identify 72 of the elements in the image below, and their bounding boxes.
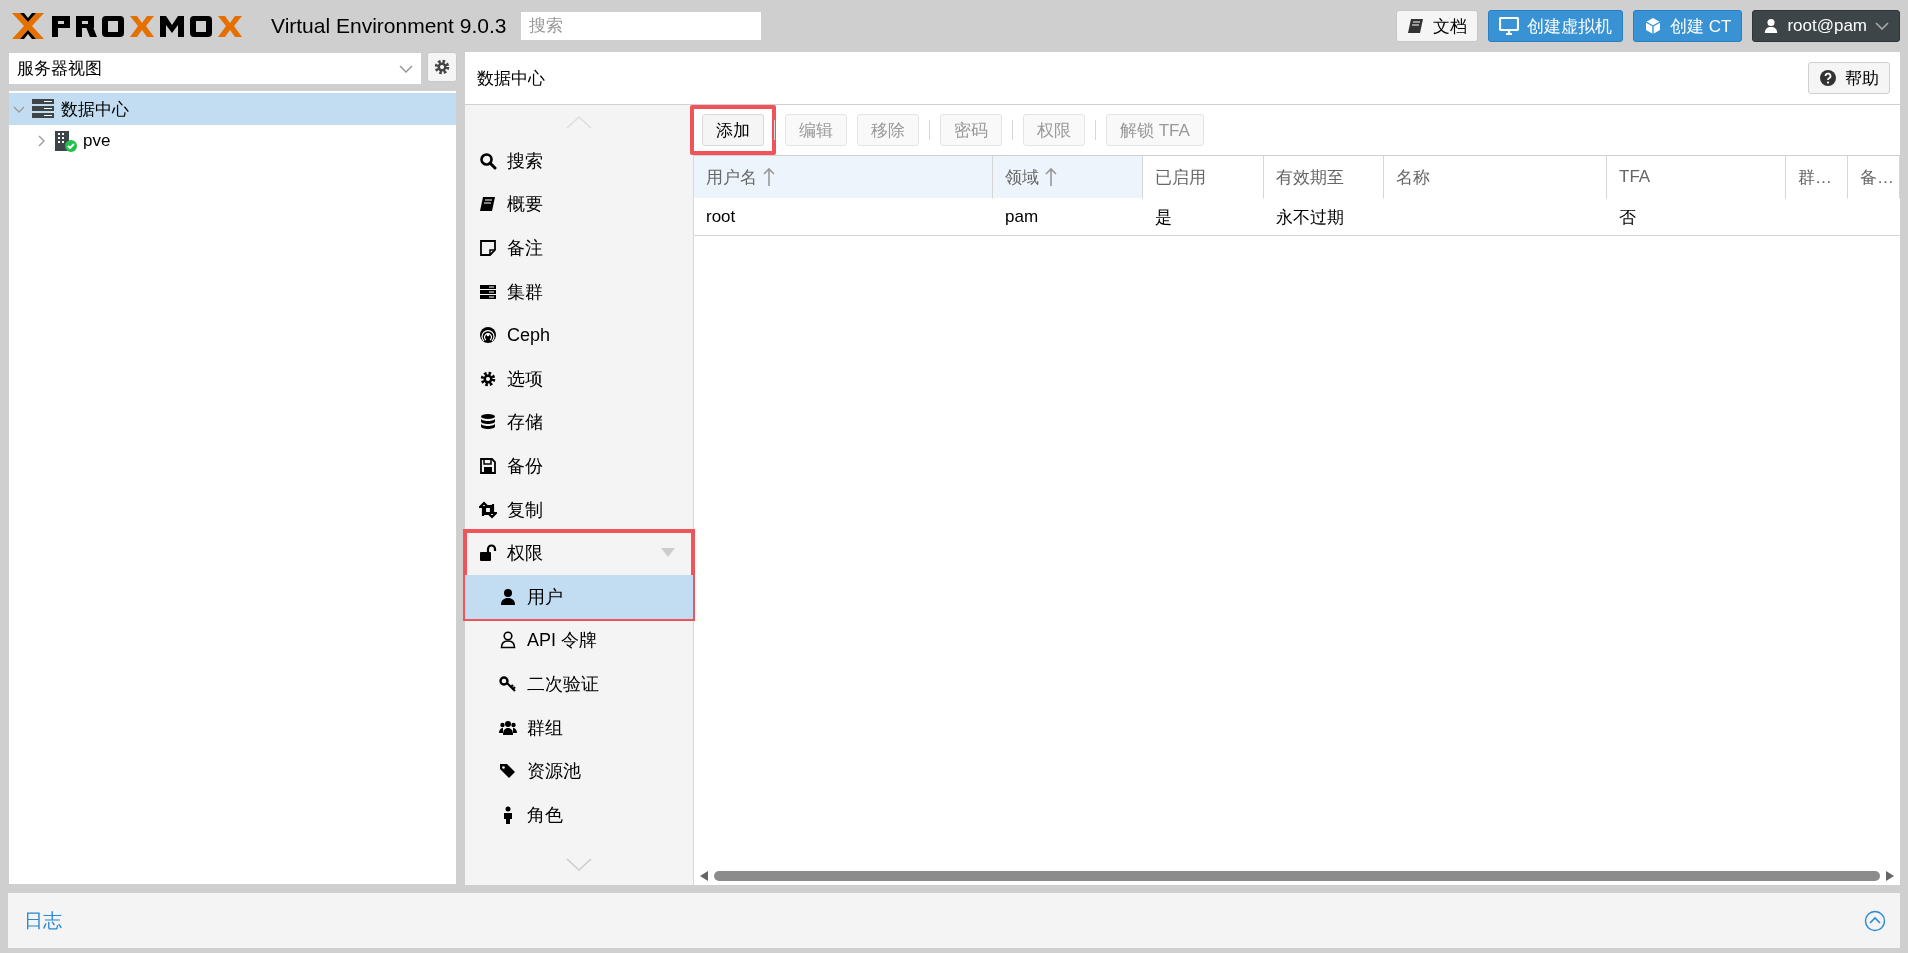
column-header[interactable]: 领域 <box>993 156 1143 199</box>
settings-button[interactable] <box>427 52 457 82</box>
table-cell: 否 <box>1607 199 1786 236</box>
column-header[interactable]: 用户名 <box>694 156 993 199</box>
help-button[interactable]: 帮助 <box>1808 62 1890 94</box>
view-selector[interactable]: 服务器视图 <box>8 52 422 85</box>
column-header[interactable]: 有效期至 <box>1264 156 1384 199</box>
note-icon <box>479 239 497 257</box>
docs-button[interactable]: 文档 <box>1396 10 1478 42</box>
user-menu-button[interactable]: root@pam <box>1752 10 1900 42</box>
nav-item[interactable]: 备注 <box>465 226 693 270</box>
table-cell: pam <box>993 199 1143 236</box>
column-header[interactable]: 已启用 <box>1143 156 1264 199</box>
nav-item[interactable]: 复制 <box>465 487 693 532</box>
gear-icon <box>479 369 497 388</box>
tags-icon <box>499 762 517 781</box>
search-icon <box>479 151 497 170</box>
nav-item[interactable]: 概要 <box>465 182 693 227</box>
server-stack-icon <box>479 282 497 301</box>
column-header[interactable]: 名称 <box>1384 156 1607 199</box>
chevron-down-icon <box>1875 22 1889 30</box>
nav-item[interactable]: 存储 <box>465 400 693 445</box>
tree-item[interactable]: 数据中心 <box>9 93 456 125</box>
expand-up-icon <box>1864 909 1886 932</box>
table-cell: root <box>694 199 993 236</box>
tree-item[interactable]: pve <box>31 125 456 157</box>
nav-item[interactable]: 二次验证 <box>465 662 693 706</box>
column-header[interactable]: TFA <box>1607 156 1786 199</box>
column-header[interactable]: 备… <box>1848 156 1900 199</box>
product-name: Virtual Environment 9.0.3 <box>271 14 507 38</box>
users-icon <box>499 718 517 737</box>
nav-item[interactable]: API 令牌 <box>465 618 693 663</box>
key-icon <box>499 674 517 693</box>
book-icon <box>479 195 497 214</box>
nav-item[interactable]: Ceph <box>465 313 693 357</box>
gear-icon <box>433 58 451 76</box>
nav-item[interactable]: 群组 <box>465 705 693 750</box>
book-icon <box>1407 17 1425 35</box>
column-header[interactable]: 群… <box>1786 156 1848 199</box>
help-icon <box>1819 69 1837 87</box>
scrollbar-thumb[interactable] <box>714 871 1880 881</box>
nav-item[interactable]: 用户 <box>465 574 693 619</box>
server-stack-icon <box>31 98 55 120</box>
panel-title: 数据中心 <box>477 67 545 90</box>
user-outline-icon <box>499 631 517 650</box>
ceph-icon <box>479 326 497 345</box>
nav-item[interactable]: 选项 <box>465 356 693 401</box>
caret-down-icon <box>661 548 675 558</box>
toolbar-button[interactable]: 添加 <box>702 114 764 146</box>
sort-arrow-icon <box>1045 167 1057 187</box>
user-icon <box>1763 18 1780 34</box>
nav-item[interactable]: 集群 <box>465 269 693 314</box>
cube-icon <box>1644 17 1662 35</box>
nav-item[interactable]: 资源池 <box>465 749 693 793</box>
retweet-icon <box>479 500 497 519</box>
nav-item[interactable]: 搜索 <box>465 139 693 183</box>
server-online-icon <box>53 130 77 152</box>
nav-item[interactable]: 权限 <box>465 531 693 575</box>
table-cell: 是 <box>1143 199 1264 236</box>
user-icon <box>499 587 517 606</box>
chevron-down-icon <box>399 64 413 73</box>
scroll-right-icon <box>1886 871 1894 881</box>
nav-item[interactable]: 角色 <box>465 792 693 837</box>
table-cell: 永不过期 <box>1264 199 1384 236</box>
scroll-left-icon <box>700 871 708 881</box>
nav-item[interactable]: 备份 <box>465 444 693 488</box>
sort-arrow-icon <box>763 167 775 187</box>
monitor-icon <box>1499 17 1519 35</box>
chevron-down-icon <box>566 858 592 872</box>
padlock-icon <box>479 544 497 563</box>
search-field[interactable]: 搜索 <box>520 11 763 41</box>
database-icon <box>479 413 497 432</box>
